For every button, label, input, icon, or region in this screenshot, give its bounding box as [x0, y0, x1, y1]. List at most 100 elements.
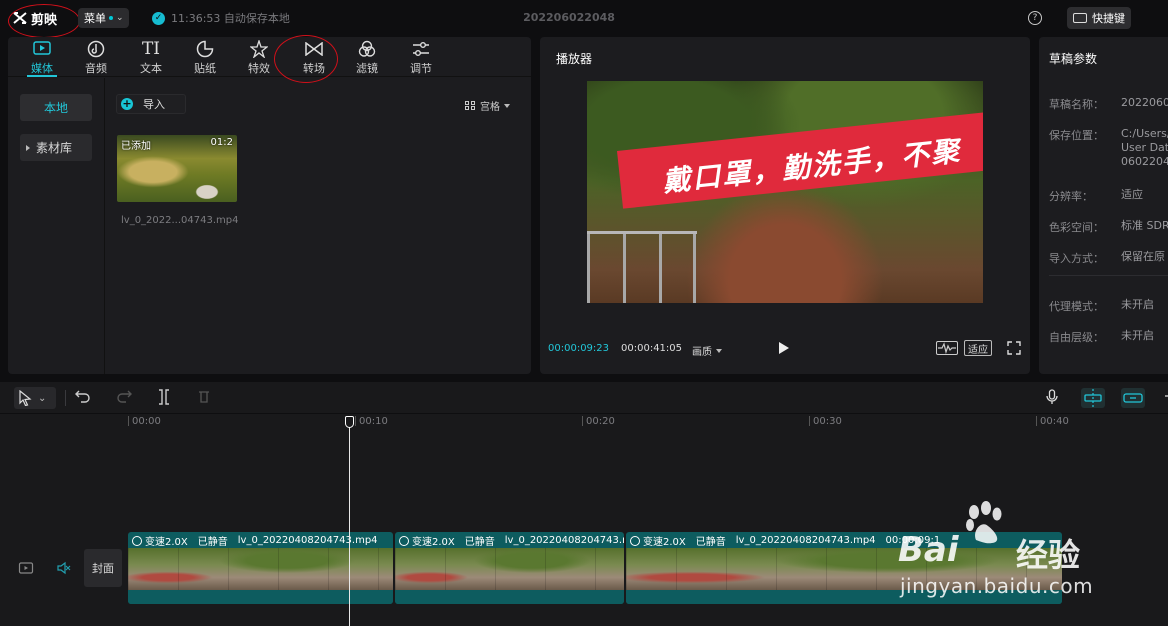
import-button[interactable]: + 导入: [116, 94, 186, 114]
tab-sticker[interactable]: 贴纸: [183, 39, 227, 77]
import-label: 导入: [143, 98, 165, 111]
video-preview[interactable]: 戴口罩，勤洗手，不聚: [587, 81, 983, 303]
tab-audio-label: 音频: [85, 62, 107, 75]
tick-mark: [809, 416, 810, 426]
tab-audio[interactable]: 音频: [74, 39, 118, 77]
split-icon[interactable]: [156, 389, 172, 405]
clip-header: 变速2.0X 已静音 lv_0_20220408204743.mp4: [128, 532, 393, 548]
shortcut-button[interactable]: 快捷键: [1067, 7, 1131, 29]
chevron-down-icon: ⌄: [38, 392, 47, 404]
asset-toolbar: 媒体 音频 TI 文本 贴纸 特效 转场 滤镜 调节: [8, 37, 531, 77]
tab-adjust[interactable]: 调节: [399, 39, 443, 77]
transition-slot[interactable]: [624, 532, 626, 604]
timeline-clip[interactable]: 变速2.0X 已静音 lv_0_20220408204743.mp4: [128, 532, 393, 604]
clip-name: lv_0_20220408204743.mp4: [504, 534, 624, 546]
watermark-brand: Bai: [898, 530, 959, 570]
current-time: 00:00:09:23: [548, 343, 610, 354]
transition-icon: [304, 39, 324, 59]
tab-text[interactable]: TI 文本: [129, 39, 173, 77]
tab-text-label: 文本: [140, 62, 162, 75]
resolution-value: 适应: [1121, 188, 1143, 201]
timeline-ruler[interactable]: 00:00 00:10 00:20 00:30 00:40: [128, 414, 1168, 430]
quality-dropdown[interactable]: 画质: [692, 343, 722, 358]
fit-ratio-button[interactable]: 适应: [964, 340, 992, 356]
clip-header: 变速2.0X 已静音 lv_0_20220408204743.mp4: [395, 532, 624, 548]
media-thumbnail[interactable]: 已添加 01:2: [117, 135, 237, 202]
auto-snap-icon[interactable]: [1081, 388, 1105, 408]
quality-label: 画质: [692, 347, 712, 358]
tab-filter[interactable]: 滤镜: [345, 39, 389, 77]
color-space-label: 色彩空间：: [1049, 221, 1104, 234]
timeline-clip[interactable]: 变速2.0X 已静音 lv_0_20220408204743.mp4: [395, 532, 624, 604]
timeline-toolbar: ⌄: [0, 382, 1168, 414]
playhead-line[interactable]: [349, 422, 350, 626]
waveform-icon[interactable]: [936, 341, 958, 355]
player-controls: 00:00:09:23 00:00:41:05 画质 适应: [540, 337, 1030, 361]
clip-speed-label: 变速2.0X: [412, 536, 455, 548]
help-icon[interactable]: ?: [1028, 11, 1042, 25]
view-mode-label: 宫格: [480, 102, 500, 113]
cursor-icon: [19, 390, 32, 406]
shortcut-label: 快捷键: [1092, 12, 1125, 25]
grid-icon: [465, 101, 476, 110]
proxy-mode-label: 代理模式：: [1049, 300, 1104, 313]
save-location-line2: User Data: [1121, 141, 1168, 154]
tick-label: 00:40: [1040, 416, 1069, 427]
tab-media[interactable]: 媒体: [20, 39, 64, 77]
delete-icon[interactable]: [196, 389, 212, 405]
transition-slot[interactable]: [393, 532, 395, 604]
undo-icon[interactable]: [75, 389, 91, 405]
redo-icon[interactable]: [116, 389, 132, 405]
tick-mark: [1036, 416, 1037, 426]
tick-mark: [355, 416, 356, 426]
total-time: 00:00:41:05: [621, 343, 683, 354]
clip-audio-strip: [128, 590, 393, 604]
tick-label: 00:00: [132, 416, 161, 427]
speed-icon: [630, 535, 640, 546]
media-panel: 媒体 音频 TI 文本 贴纸 特效 转场 滤镜 调节 本地 素材库 + 导入 宫…: [8, 35, 531, 374]
clip-speed: 变速2.0X: [399, 533, 455, 548]
draft-name-value: 20220602: [1121, 96, 1168, 109]
playhead-handle[interactable]: [345, 416, 354, 428]
track-mute-icon[interactable]: [55, 560, 71, 576]
video-banner: 戴口罩，勤洗手，不聚: [617, 111, 983, 209]
import-mode-value: 保留在原: [1121, 250, 1165, 263]
tick-mark: [582, 416, 583, 426]
top-bar: 剪映 菜单 ⌄ ✓ 11:36:53 自动保存本地 202206022048 ?…: [0, 0, 1168, 38]
fence-graphic: [587, 231, 697, 303]
caret-down-icon: [716, 348, 722, 353]
fullscreen-icon[interactable]: [1007, 341, 1021, 355]
view-mode-toggle[interactable]: 宫格: [465, 98, 510, 113]
nav-local[interactable]: 本地: [20, 94, 92, 121]
clip-speed-label: 变速2.0X: [643, 536, 686, 548]
microphone-icon[interactable]: [1044, 389, 1060, 405]
active-tab-indicator: [27, 75, 57, 77]
tab-transition[interactable]: 转场: [292, 39, 336, 77]
nav-library[interactable]: 素材库: [20, 134, 92, 161]
import-mode-label: 导入方式：: [1049, 252, 1104, 265]
track-video-icon[interactable]: [18, 560, 34, 576]
keyboard-icon: [1073, 13, 1087, 23]
media-filename: lv_0_2022...04743.mp4: [121, 215, 239, 226]
tab-sticker-label: 贴纸: [194, 62, 216, 75]
clip-name: lv_0_20220408204743.mp4: [735, 534, 876, 546]
effects-icon: [249, 39, 269, 59]
link-clips-icon[interactable]: [1121, 388, 1145, 408]
player-panel: 播放器 戴口罩，勤洗手，不聚 00:00:09:23 00:00:41:05 画…: [540, 37, 1030, 374]
player-title: 播放器: [556, 52, 593, 66]
link-icon[interactable]: [1160, 389, 1168, 405]
toolbar-divider: [65, 390, 66, 406]
cover-button[interactable]: 封面: [84, 549, 122, 587]
tab-filter-label: 滤镜: [356, 62, 378, 75]
color-space-value: 标准 SDR: [1121, 219, 1168, 232]
thumbnail-duration: 01:2: [210, 137, 233, 148]
caret-down-icon: [504, 103, 510, 108]
text-icon: TI: [141, 39, 161, 59]
clip-name: lv_0_20220408204743.mp4: [237, 534, 378, 546]
tab-effects[interactable]: 特效: [237, 39, 281, 77]
draft-params-panel: 草稿参数 草稿名称： 20220602 保存位置： C:/Users/ User…: [1039, 37, 1168, 374]
save-location-line3: 06022048: [1121, 155, 1168, 168]
tab-effects-label: 特效: [248, 62, 270, 75]
play-icon[interactable]: [779, 342, 789, 354]
select-tool[interactable]: ⌄: [14, 387, 56, 409]
